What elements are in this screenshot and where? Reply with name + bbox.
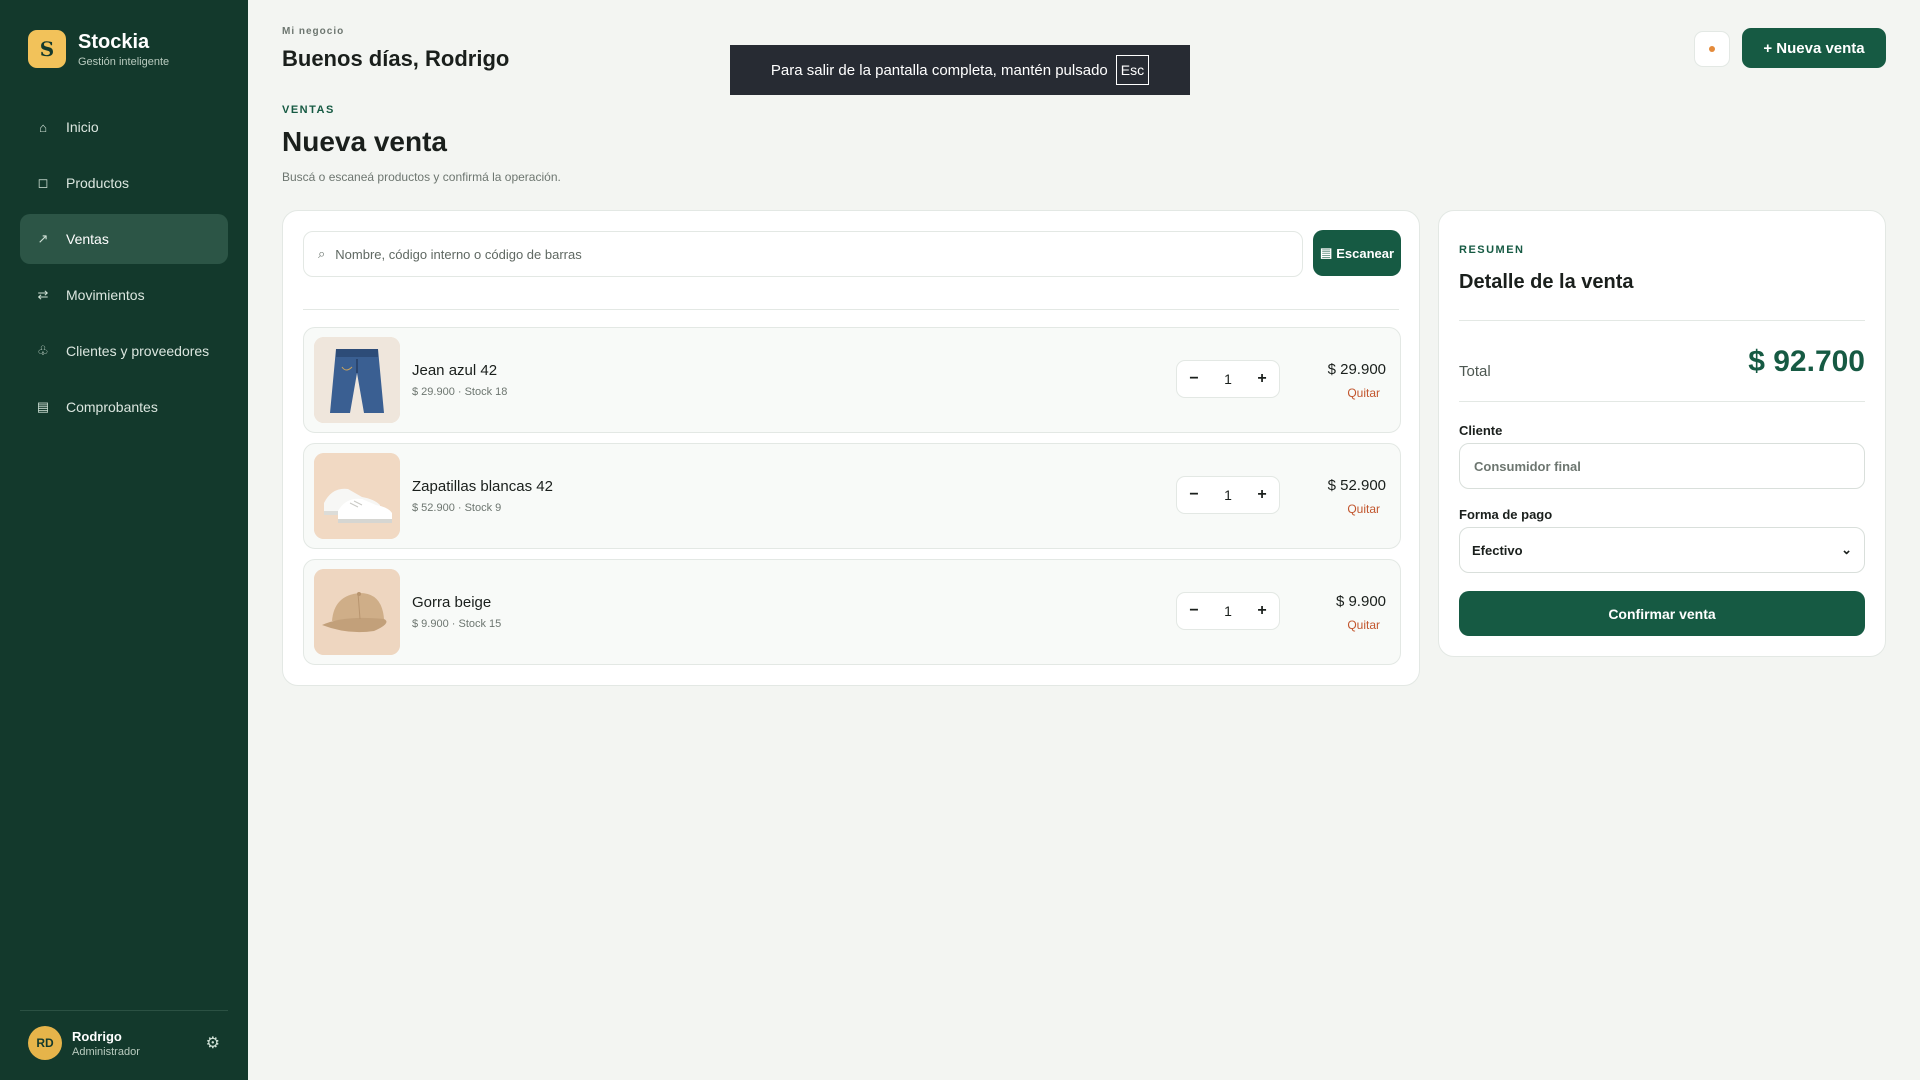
user-profile[interactable]: RD Rodrigo Administrador ⚙ <box>28 1026 220 1060</box>
new-sale-button[interactable]: + Nueva venta <box>1742 28 1886 68</box>
payment-method-select[interactable]: Efectivo ⌄ <box>1459 527 1865 573</box>
jeans-image <box>314 337 400 423</box>
chevron-down-icon: ⌄ <box>1841 542 1852 557</box>
product-meta: $ 29.900 · Stock 18 <box>412 386 508 398</box>
summary-card: RESUMEN Detalle de la venta Total $ 92.7… <box>1438 210 1886 657</box>
cap-image <box>314 569 400 655</box>
product-name: Gorra beige <box>412 594 492 611</box>
divider <box>303 309 1399 310</box>
increment-button[interactable]: + <box>1245 361 1279 397</box>
sidebar-item-productos[interactable]: ◻ Productos <box>20 158 228 208</box>
client-label: Cliente <box>1459 423 1503 438</box>
quantity-value[interactable]: 1 <box>1211 603 1245 619</box>
total-label: Total <box>1459 363 1491 380</box>
search-icon: ⌕ <box>318 246 326 261</box>
sidebar-item-label: Inicio <box>66 119 99 135</box>
payment-label: Forma de pago <box>1459 507 1553 522</box>
search-box[interactable]: ⌕ <box>303 231 1303 277</box>
section-label: VENTAS <box>282 104 335 116</box>
gear-icon[interactable]: ⚙ <box>206 1033 220 1053</box>
increment-button[interactable]: + <box>1245 593 1279 629</box>
quantity-stepper: − 1 + <box>1176 592 1280 630</box>
sidebar-item-ventas[interactable]: ↗ Ventas <box>20 214 228 264</box>
sneakers-image <box>314 453 400 539</box>
page-subtitle: Buscá o escaneá productos y confirmá la … <box>282 170 561 184</box>
box-icon: ◻ <box>37 175 49 190</box>
confirm-sale-button[interactable]: Confirmar venta <box>1459 591 1865 636</box>
cart-item: Zapatillas blancas 42 $ 52.900 · Stock 9… <box>303 443 1401 549</box>
scan-button-label: Escanear <box>1336 245 1395 261</box>
sidebar-item-inicio[interactable]: ⌂ Inicio <box>20 102 228 152</box>
brand[interactable]: S Stockia Gestión inteligente <box>28 30 169 68</box>
sidebar-item-label: Comprobantes <box>66 399 158 415</box>
divider <box>1459 401 1865 402</box>
esc-key: Esc <box>1115 55 1150 85</box>
client-field[interactable] <box>1459 443 1865 489</box>
product-meta: $ 9.900 · Stock 15 <box>412 618 502 630</box>
trend-arrow-icon: ↗ <box>37 231 49 246</box>
swap-arrows-icon: ⇄ <box>37 287 49 302</box>
cart-item: Jean azul 42 $ 29.900 · Stock 18 − 1 + $… <box>303 327 1401 433</box>
quantity-stepper: − 1 + <box>1176 360 1280 398</box>
cart-items: Jean azul 42 $ 29.900 · Stock 18 − 1 + $… <box>303 327 1401 675</box>
line-price: $ 29.900 <box>1327 361 1386 378</box>
divider <box>1459 320 1865 321</box>
sidebar-item-movimientos[interactable]: ⇄ Movimientos <box>20 270 228 320</box>
greeting: Buenos días, Rodrigo <box>282 46 510 71</box>
remove-item-link[interactable]: Quitar <box>1347 386 1380 400</box>
product-name: Jean azul 42 <box>412 362 498 379</box>
quantity-stepper: − 1 + <box>1176 476 1280 514</box>
brand-name: Stockia <box>78 30 150 53</box>
receipt-icon: ▤ <box>36 399 50 414</box>
user-name: Rodrigo <box>72 1028 122 1044</box>
sidebar-item-label: Ventas <box>66 231 109 247</box>
barcode-icon: ▤ <box>1319 245 1333 260</box>
product-meta: $ 52.900 · Stock 9 <box>412 502 502 514</box>
cart-card: ⌕ ▤ Escanear Jean azul 42 $ 29.900 · Sto… <box>282 210 1420 686</box>
summary-title: Detalle de la venta <box>1459 271 1634 293</box>
scan-button[interactable]: ▤ Escanear <box>1313 230 1401 276</box>
search-input[interactable] <box>335 246 1276 262</box>
notification-dot-icon <box>1709 46 1715 52</box>
cart-item: Gorra beige $ 9.900 · Stock 15 − 1 + $ 9… <box>303 559 1401 665</box>
increment-button[interactable]: + <box>1245 477 1279 513</box>
brand-tagline: Gestión inteligente <box>78 55 170 68</box>
sidebar-item-label: Productos <box>66 175 130 191</box>
notifications-button[interactable] <box>1694 31 1730 67</box>
avatar: RD <box>28 1026 62 1060</box>
quantity-value[interactable]: 1 <box>1211 371 1245 387</box>
summary-eyebrow: RESUMEN <box>1459 244 1525 256</box>
decrement-button[interactable]: − <box>1177 477 1211 513</box>
total-value: $ 92.700 <box>1748 345 1865 378</box>
sidebar-divider <box>20 1010 228 1011</box>
fullscreen-toast-text: Para salir de la pantalla completa, mant… <box>770 61 1108 79</box>
payment-selected-value: Efectivo <box>1472 542 1523 558</box>
decrement-button[interactable]: − <box>1177 593 1211 629</box>
sidebar-nav: ⌂ Inicio ◻ Productos ↗ Ventas ⇄ Movimien… <box>20 102 228 438</box>
page-title: Nueva venta <box>282 126 447 157</box>
sidebar-item-comprobantes[interactable]: ▤ Comprobantes <box>20 382 228 432</box>
decrement-button[interactable]: − <box>1177 361 1211 397</box>
brand-logo: S <box>28 30 66 68</box>
user-role: Administrador <box>72 1045 140 1058</box>
home-icon: ⌂ <box>39 119 47 135</box>
quantity-value[interactable]: 1 <box>1211 487 1245 503</box>
sidebar: S Stockia Gestión inteligente ⌂ Inicio ◻… <box>0 0 248 1080</box>
line-price: $ 9.900 <box>1335 593 1386 610</box>
clover-icon: ♧ <box>37 343 49 358</box>
line-price: $ 52.900 <box>1327 477 1386 494</box>
remove-item-link[interactable]: Quitar <box>1347 618 1380 632</box>
business-label: Mi negocio <box>282 26 345 37</box>
sidebar-item-clientes[interactable]: ♧ Clientes y proveedores <box>20 326 228 376</box>
sidebar-item-label: Clientes y proveedores <box>66 343 210 359</box>
fullscreen-toast: Para salir de la pantalla completa, mant… <box>730 45 1190 95</box>
remove-item-link[interactable]: Quitar <box>1347 502 1380 516</box>
sidebar-item-label: Movimientos <box>66 287 145 303</box>
product-name: Zapatillas blancas 42 <box>412 478 553 495</box>
